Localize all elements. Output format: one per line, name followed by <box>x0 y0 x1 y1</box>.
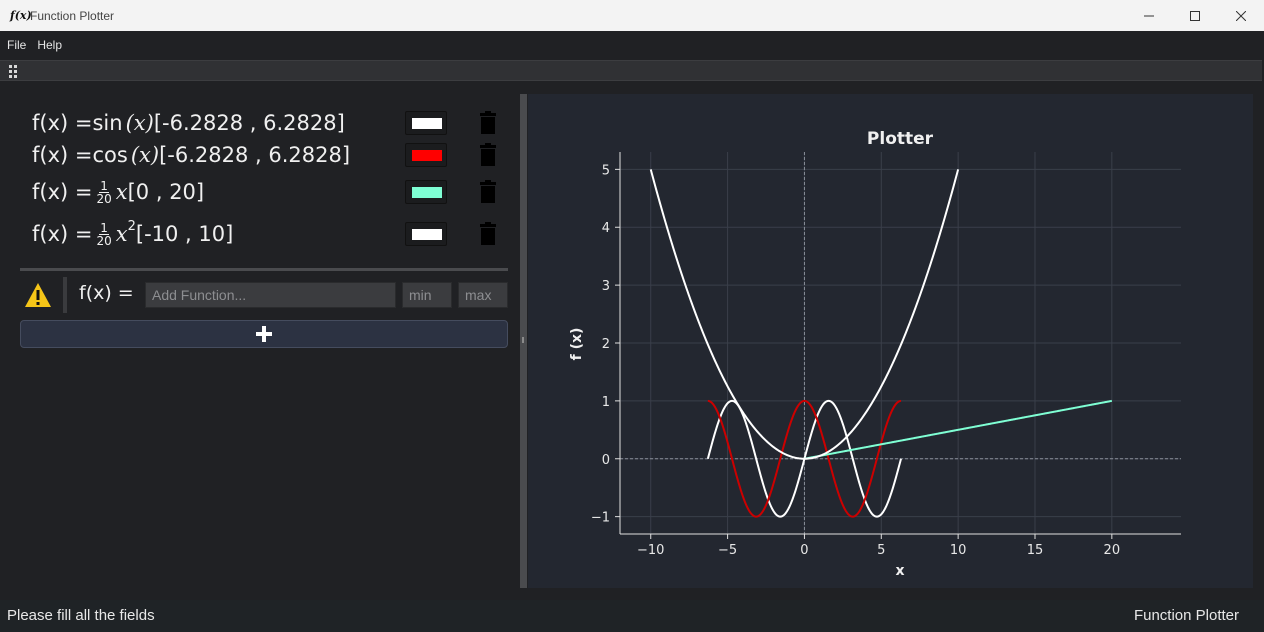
y-tick-label: 1 <box>602 395 610 410</box>
function-prefix: f(x) = <box>32 222 93 246</box>
delete-icon[interactable] <box>477 222 499 246</box>
menu-help[interactable]: Help <box>33 38 66 52</box>
close-button[interactable] <box>1218 0 1264 31</box>
fraction-numerator: 1 <box>99 178 109 193</box>
delete-icon[interactable] <box>477 111 499 135</box>
delete-icon[interactable] <box>477 180 499 204</box>
fraction-denominator: 20 <box>96 191 112 206</box>
toolbar-grip-icon[interactable] <box>9 65 17 78</box>
title-bar: f(x) Function Plotter <box>0 0 1264 31</box>
color-picker-button[interactable] <box>405 111 447 135</box>
y-tick-label: 2 <box>602 337 610 352</box>
x-tick-label: 10 <box>950 543 967 558</box>
warning-icon <box>25 283 51 307</box>
x-tick-label: 20 <box>1104 543 1121 558</box>
color-swatch <box>412 150 442 161</box>
maximize-icon <box>1190 10 1200 21</box>
function-variable: x <box>115 222 128 246</box>
function-input-label: f(x) = <box>79 282 134 304</box>
menu-file[interactable]: File <box>3 38 30 52</box>
min-input[interactable] <box>402 282 452 308</box>
x-tick-label: −10 <box>637 543 664 558</box>
function-argument: (x) <box>125 111 154 135</box>
grid <box>620 152 1181 534</box>
add-function-button[interactable] <box>20 320 508 348</box>
function-range: [0 , 20] <box>127 180 205 204</box>
fraction-denominator: 20 <box>96 233 112 248</box>
status-bar: Please fill all the fields Function Plot… <box>0 600 1264 632</box>
function-item-cos: f(x) = cos (x) [-6.2828 , 6.2828] <box>32 139 350 171</box>
plot-panel: Plotter x f (x) −10 −5 0 5 10 15 20 −1 0 1 2 3 4 5 <box>528 94 1253 588</box>
function-argument: (x) <box>130 143 160 167</box>
close-icon <box>1236 10 1246 21</box>
axes: −10 −5 0 5 10 15 20−1012345 <box>591 152 1181 558</box>
panel-splitter[interactable] <box>520 94 527 588</box>
y-tick-label: 4 <box>602 221 610 236</box>
function-item-quadratic: f(x) = 1 20 x 2 [-10 , 10] <box>32 218 233 250</box>
window-title: Function Plotter <box>30 8 115 23</box>
color-picker-button[interactable] <box>405 143 447 167</box>
function-item-sin: f(x) = sin (x) [-6.2828 , 6.2828] <box>32 107 345 139</box>
y-tick-label: 0 <box>602 453 610 468</box>
fraction-numerator: 1 <box>99 220 109 235</box>
color-swatch <box>412 229 442 240</box>
y-tick-label: 3 <box>602 279 610 294</box>
function-range: [-6.2828 , 6.2828] <box>153 111 345 135</box>
fraction: 1 20 <box>96 222 111 247</box>
menu-bar: File Help <box>0 31 1264 58</box>
color-picker-button[interactable] <box>405 222 447 246</box>
status-message: Please fill all the fields <box>7 607 155 624</box>
function-prefix: f(x) = <box>32 143 93 167</box>
status-app-name: Function Plotter <box>1133 607 1239 624</box>
function-input[interactable] <box>145 282 396 308</box>
color-picker-button[interactable] <box>405 180 447 204</box>
y-tick-label: −1 <box>591 511 610 526</box>
function-name: cos <box>92 143 128 167</box>
app-icon: f(x) <box>10 8 32 22</box>
color-swatch <box>412 118 442 129</box>
x-tick-label: 5 <box>877 543 885 558</box>
fraction: 1 20 <box>96 180 111 205</box>
function-variable: x <box>115 180 128 204</box>
function-list-panel: f(x) = sin (x) [-6.2828 , 6.2828] f(x) =… <box>0 94 517 588</box>
function-range: [-6.2828 , 6.2828] <box>159 143 351 167</box>
y-axis-label: f (x) <box>569 328 585 361</box>
function-item-linear: f(x) = 1 20 x [0 , 20] <box>32 176 204 208</box>
maximize-button[interactable] <box>1172 0 1218 31</box>
x-axis-label: x <box>895 563 904 579</box>
function-range: [-10 , 10] <box>135 222 234 246</box>
plus-icon <box>256 326 272 342</box>
separator <box>63 277 67 313</box>
max-input[interactable] <box>458 282 508 308</box>
splitter-handle <box>522 337 524 343</box>
color-swatch <box>412 187 442 198</box>
delete-icon[interactable] <box>477 143 499 167</box>
minimize-icon <box>1144 15 1154 16</box>
x-tick-label: 15 <box>1027 543 1044 558</box>
function-prefix: f(x) = <box>32 180 93 204</box>
function-prefix: f(x) = <box>32 111 93 135</box>
divider <box>20 268 508 271</box>
minimize-button[interactable] <box>1126 0 1172 31</box>
function-name: sin <box>92 111 123 135</box>
function-exponent: 2 <box>127 218 136 234</box>
plot-canvas: Plotter x f (x) −10 −5 0 5 10 15 20−1012345 <box>569 129 1181 579</box>
x-tick-label: 0 <box>800 543 808 558</box>
x-tick-label: −5 <box>718 543 737 558</box>
y-tick-label: 5 <box>602 163 610 178</box>
chart-title: Plotter <box>867 129 934 149</box>
toolbar <box>0 58 1264 83</box>
